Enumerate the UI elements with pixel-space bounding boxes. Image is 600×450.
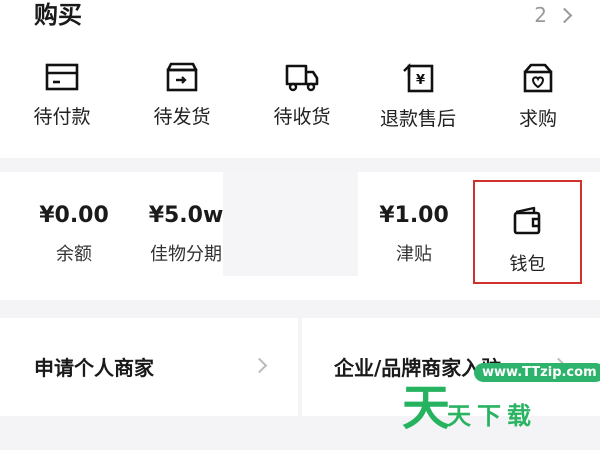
personal-merchant-label: 申请个人商家: [34, 356, 154, 380]
svg-text:¥: ¥: [416, 73, 425, 88]
box-ship-icon: [166, 62, 198, 92]
order-want-to-buy-label: 求购: [518, 108, 557, 130]
order-pending-payment-label: 待付款: [33, 106, 91, 128]
watermark-url: www.TTzip.com: [474, 363, 600, 382]
order-pending-shipment[interactable]: 待发货: [122, 62, 242, 129]
watermark-logo-char: 天: [402, 380, 451, 436]
asset-balance-label: 余额: [56, 244, 92, 265]
asset-balance-value: ¥0.00: [39, 203, 109, 228]
asset-subsidy[interactable]: ¥1.00 津贴: [354, 202, 474, 266]
order-pending-receipt-label: 待收货: [273, 106, 331, 128]
buy-more-count: 2: [534, 3, 547, 27]
asset-subsidy-label: 津贴: [396, 244, 432, 265]
order-pending-shipment-label: 待发货: [153, 106, 211, 128]
asset-balance[interactable]: ¥0.00 余额: [14, 202, 134, 266]
wallet-icon: [513, 206, 541, 235]
buy-more-link[interactable]: 2: [534, 3, 573, 27]
chevron-right-icon: [556, 7, 573, 23]
heart-box-icon: [523, 63, 553, 93]
asset-subsidy-value: ¥1.00: [379, 203, 449, 228]
asset-installment[interactable]: ¥5.0w 佳物分期: [126, 202, 246, 266]
asset-installment-value: ¥5.0w: [148, 203, 224, 228]
asset-installment-label: 佳物分期: [150, 244, 222, 265]
wallet-label: 钱包: [509, 254, 546, 275]
order-refund-aftersale[interactable]: ¥ 退款售后: [358, 62, 478, 131]
wallet-button[interactable]: 钱包: [473, 180, 582, 284]
card-icon: [45, 63, 79, 91]
truck-icon: [285, 64, 319, 92]
order-pending-receipt[interactable]: 待收货: [242, 62, 362, 129]
order-status-row: 待付款 待发货 待收货 ¥ 退款售后 求购: [0, 62, 600, 142]
watermark-text: 天下载: [447, 402, 537, 430]
order-refund-aftersale-label: 退款售后: [379, 108, 456, 130]
refund-icon: ¥: [403, 63, 434, 93]
buy-section-title: 购买: [34, 1, 82, 29]
order-want-to-buy[interactable]: 求购: [478, 62, 598, 131]
order-pending-payment[interactable]: 待付款: [2, 62, 122, 129]
